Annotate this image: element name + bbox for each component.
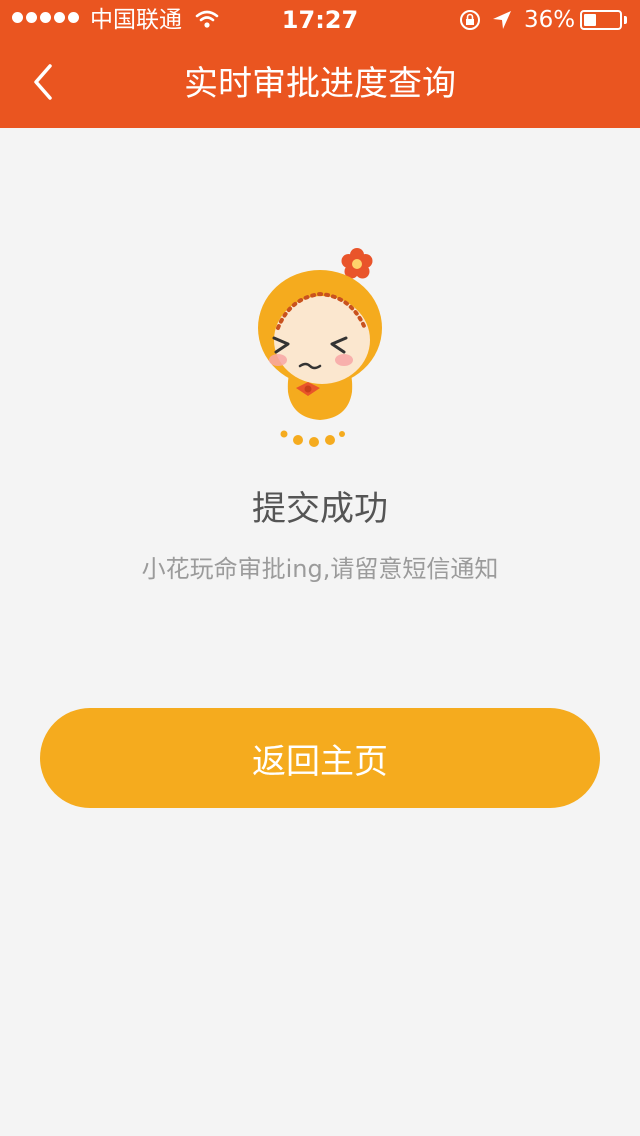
back-button[interactable] xyxy=(18,54,68,110)
location-arrow-icon xyxy=(493,11,511,29)
return-home-button[interactable]: 返回主页 xyxy=(40,708,600,808)
rotation-lock-icon xyxy=(460,10,480,30)
battery-icon xyxy=(580,10,622,30)
page-title: 实时审批进度查询 xyxy=(184,64,456,104)
status-bar: 中国联通 17:27 36% xyxy=(0,0,640,40)
battery-tip xyxy=(624,16,627,24)
mascot-illustration xyxy=(258,248,382,447)
battery-percent: 36% xyxy=(524,7,576,33)
top-bar: 中国联通 17:27 36% 实时审批进度查询 xyxy=(0,0,640,128)
success-title: 提交成功 xyxy=(252,489,388,529)
navigation-bar: 实时审批进度查询 xyxy=(0,40,640,128)
chevron-left-icon xyxy=(34,64,52,100)
success-message: 小花玩命审批ing,请留意短信通知 xyxy=(141,555,499,583)
